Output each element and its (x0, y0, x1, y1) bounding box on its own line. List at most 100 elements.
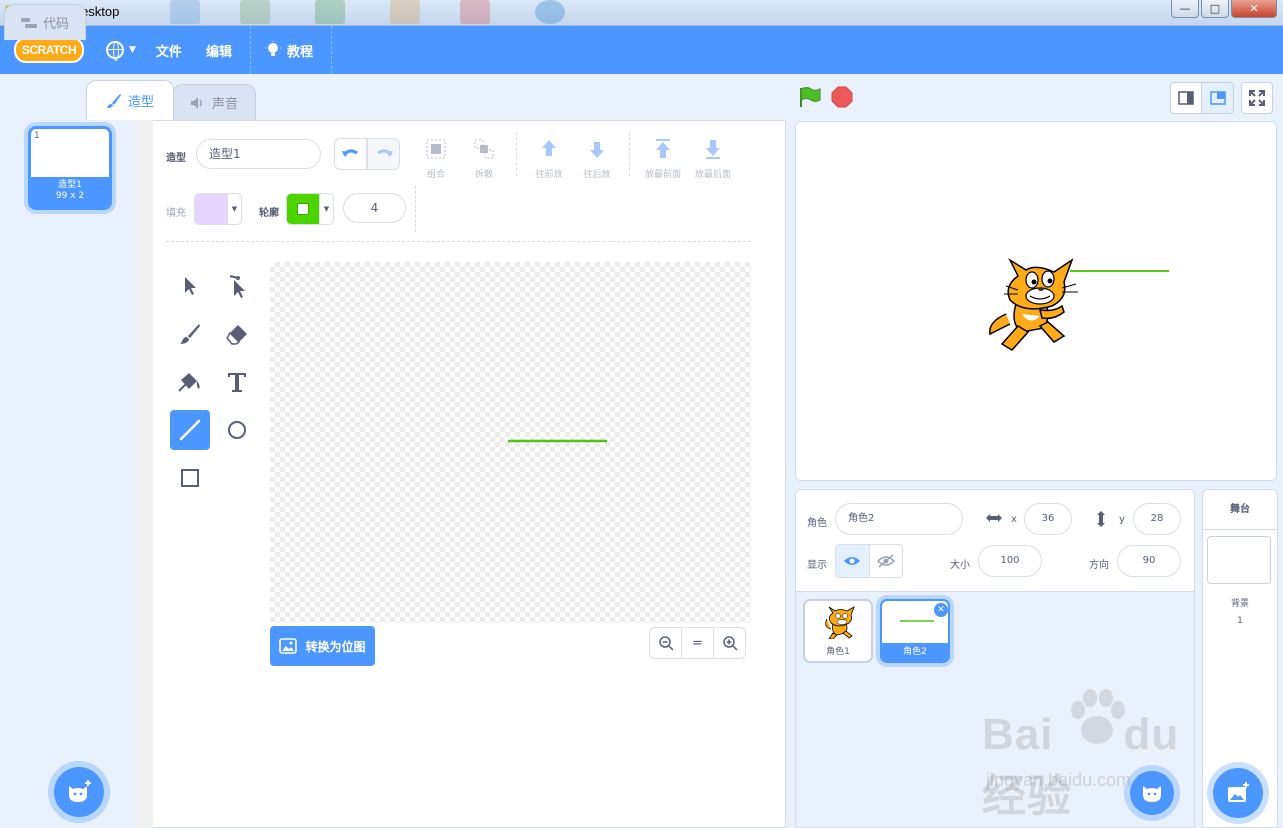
sprite-tile-1[interactable]: 角色1 (803, 599, 873, 663)
y-input[interactable]: 28 (1133, 503, 1181, 535)
front-label: 放最前面 (644, 170, 681, 180)
tab-costumes[interactable]: 造型 (86, 80, 174, 120)
zoom-reset-button[interactable]: = (682, 628, 714, 658)
show-label: 显示 (807, 560, 827, 571)
direction-label: 方向 (1089, 560, 1109, 571)
sprite-name: 角色1 (826, 647, 850, 657)
language-menu[interactable]: ▼ (96, 26, 146, 74)
show-sprite-button[interactable] (836, 545, 870, 577)
cat-add-icon (69, 780, 91, 802)
redo-icon (376, 149, 393, 157)
normal-stage-button[interactable] (1202, 82, 1234, 114)
small-stage-button[interactable] (1170, 82, 1202, 114)
x-input[interactable]: 36 (1024, 503, 1072, 535)
ungroup-label: 拆散 (474, 170, 493, 180)
group-button[interactable]: 组合 (411, 138, 461, 180)
tab-code[interactable]: 代码 (4, 4, 86, 40)
redo-button[interactable] (367, 138, 400, 170)
outline-color-picker[interactable]: ▼ (286, 193, 334, 225)
tab-sounds-label: 声音 (211, 97, 238, 112)
back-button[interactable]: 放最后面 (688, 138, 738, 180)
tab-sounds[interactable]: 声音 (172, 84, 256, 120)
backdrop-count: 1 (1237, 616, 1243, 626)
brush-icon (180, 324, 200, 344)
tutorials-menu[interactable]: 教程 (255, 26, 323, 74)
zoom-out-icon (658, 636, 674, 651)
code-blocks-icon (20, 17, 37, 28)
maximize-button[interactable]: □ (1201, 0, 1229, 18)
fill-label: 填充 (166, 208, 186, 219)
menu-bar: SCRATCH ▼ 文件 编辑 教程 (0, 26, 1283, 74)
ungroup-button[interactable]: 拆散 (459, 138, 509, 180)
scratch-logo[interactable]: SCRATCH (14, 37, 84, 63)
sprite-name-label: 角色 (807, 518, 827, 529)
delete-sprite-button[interactable]: ✕ (934, 603, 948, 617)
close-button[interactable]: ✕ (1231, 0, 1277, 18)
outline-width-input[interactable]: 4 (343, 193, 406, 223)
fullscreen-button[interactable] (1241, 82, 1273, 114)
circle-tool[interactable] (217, 410, 257, 450)
costume-list-scrollbar[interactable] (137, 120, 152, 828)
globe-icon (106, 41, 124, 61)
green-flag-icon[interactable] (798, 86, 822, 108)
stage-thumbnail (1207, 536, 1271, 584)
line-thumbnail (900, 620, 934, 622)
backward-button[interactable]: 往后放 (572, 138, 622, 180)
paintbrush-icon (106, 93, 121, 108)
forward-button[interactable]: 往前放 (524, 138, 574, 180)
rectangle-icon (181, 469, 199, 487)
brush-tool[interactable] (170, 314, 210, 354)
eraser-tool[interactable] (217, 314, 257, 354)
costume-tile[interactable]: 1 造型1 99 x 2 (28, 126, 112, 210)
stage-header: 舞台 (1203, 490, 1277, 530)
hide-sprite-button[interactable] (870, 545, 903, 577)
cat-sprite[interactable] (989, 257, 1078, 351)
undo-button[interactable] (334, 138, 367, 170)
costume-list (0, 120, 152, 828)
convert-to-bitmap-button[interactable]: 转换为位图 (270, 626, 375, 666)
line-icon (179, 419, 201, 441)
direction-input[interactable]: 90 (1117, 545, 1181, 577)
outline-swatch (287, 194, 319, 224)
size-input[interactable]: 100 (978, 545, 1042, 577)
text-tool[interactable] (217, 362, 257, 402)
choose-costume-button[interactable] (54, 767, 104, 817)
eye-slash-icon (876, 554, 895, 568)
arrow-bottom-icon (706, 140, 720, 159)
minimize-button[interactable]: — (1171, 0, 1199, 18)
backdrop-label: 背景 (1230, 599, 1249, 609)
eye-icon (844, 557, 861, 565)
y-label: y (1119, 514, 1125, 525)
paint-canvas[interactable] (270, 262, 751, 623)
front-button[interactable]: 放最前面 (638, 138, 688, 180)
arrow-top-icon (656, 139, 670, 158)
line-tool[interactable] (170, 410, 210, 450)
choose-sprite-button[interactable] (1130, 771, 1174, 815)
fill-swatch (195, 194, 227, 224)
caret-down-icon: ▼ (129, 45, 136, 55)
select-tool[interactable] (170, 266, 210, 306)
rectangle-tool[interactable] (170, 458, 210, 498)
zoom-in-button[interactable] (714, 628, 745, 658)
file-menu[interactable]: 文件 (146, 26, 192, 74)
costume-name-label: 造型 (166, 153, 186, 164)
costume-name-input[interactable]: 造型1 (196, 139, 321, 169)
group-icon (426, 139, 446, 159)
choose-backdrop-button[interactable] (1213, 768, 1263, 818)
undo-icon (341, 149, 358, 157)
convert-to-bitmap-label: 转换为位图 (305, 639, 366, 654)
sprite-name-input[interactable]: 角色2 (835, 503, 963, 535)
edit-menu[interactable]: 编辑 (196, 26, 242, 74)
stage-canvas[interactable] (795, 121, 1277, 481)
eraser-icon (226, 325, 247, 345)
x-label: x (1011, 514, 1017, 525)
speaker-icon (190, 96, 202, 109)
caret-down-icon: ▼ (227, 194, 241, 224)
caret-down-icon: ▼ (319, 194, 333, 224)
reshape-tool[interactable] (217, 266, 257, 306)
zoom-out-button[interactable] (650, 628, 682, 658)
stop-icon[interactable] (831, 86, 853, 108)
cat-thumbnail (825, 606, 855, 639)
fill-tool[interactable] (170, 362, 210, 402)
fill-color-picker[interactable]: ▼ (194, 193, 242, 225)
